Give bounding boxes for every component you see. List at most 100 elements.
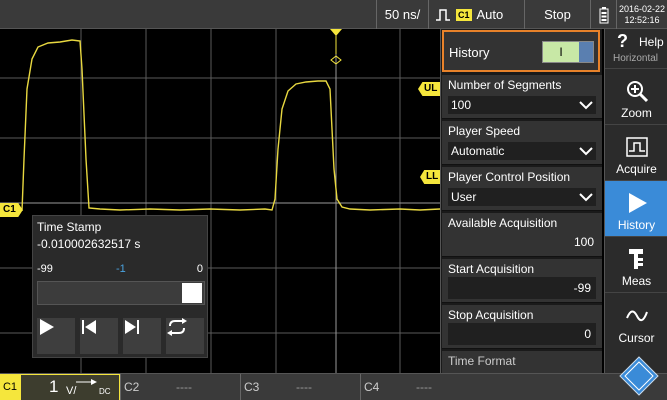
start-acquisition-setting[interactable]: Start Acquisition -99	[442, 259, 602, 303]
channel2-value: ----	[176, 380, 192, 394]
number-of-segments-dropdown[interactable]: 100	[448, 96, 596, 114]
channel1-waveform	[21, 39, 440, 212]
help-context-label: Horizontal	[613, 53, 659, 64]
player-speed-value: Automatic	[451, 144, 505, 158]
channel1-scale-box[interactable]: 1 V/ DC	[20, 374, 120, 400]
channel2-settings[interactable]: C2 ----	[120, 374, 240, 400]
time-text: 12:52:16	[624, 14, 660, 25]
number-of-segments-setting[interactable]: Number of Segments 100	[442, 75, 602, 119]
rohde-schwarz-logo[interactable]	[619, 356, 659, 396]
lower-limit-marker[interactable]: LL	[420, 170, 442, 184]
channel3-value: ----	[296, 380, 312, 394]
history-player-panel: Time Stamp -0.010002632517 s -99 -1 0	[32, 215, 208, 358]
player-control-position-label: Player Control Position	[448, 170, 571, 184]
upper-limit-marker[interactable]: UL	[418, 82, 441, 96]
skip-back-icon	[82, 320, 96, 334]
trigger-mode: Auto	[476, 7, 504, 22]
loop-button[interactable]	[166, 318, 204, 354]
chevron-down-icon	[579, 193, 593, 202]
first-segment-button[interactable]	[80, 318, 118, 354]
player-speed-dropdown[interactable]: Automatic	[448, 142, 596, 160]
cursor-button[interactable]: Cursor	[605, 293, 667, 349]
available-acquisition-setting: Available Acquisition 100	[442, 213, 602, 257]
stop-acquisition-setting[interactable]: Stop Acquisition 0	[442, 305, 602, 349]
time-format-setting[interactable]: Time Format	[442, 351, 602, 373]
channel3-tag: C3	[244, 380, 260, 394]
chevron-down-icon	[579, 147, 593, 156]
meas-label: Meas	[621, 274, 652, 288]
available-acquisition-label: Available Acquisition	[448, 216, 558, 230]
channel1-scale-value: 1	[49, 377, 59, 396]
trigger-edge-icon	[436, 8, 450, 21]
probe-icon	[76, 379, 97, 385]
history-menu-button[interactable]: History	[605, 181, 667, 237]
player-control-position-value: User	[451, 190, 477, 204]
channel2-tag: C2	[124, 380, 140, 394]
time-format-label: Time Format	[448, 354, 516, 368]
play-button[interactable]	[37, 318, 75, 354]
top-status-bar: 50 ns/ C1 Auto Stop 2016-02-22 12:52:16	[0, 0, 667, 29]
timebase-display[interactable]: 50 ns/	[376, 0, 428, 29]
play-icon	[40, 319, 54, 335]
acquire-icon	[625, 137, 648, 157]
history-label: History	[449, 45, 490, 60]
player-control-position-dropdown[interactable]: User	[448, 188, 596, 206]
channel1-settings[interactable]: C1 1 V/ DC	[0, 374, 120, 400]
player-speed-label: Player Speed	[448, 124, 521, 138]
zoom-button[interactable]: Zoom	[605, 69, 667, 125]
segment-min-label: -99	[37, 263, 53, 275]
zoom-label: Zoom	[621, 106, 652, 120]
meas-button[interactable]: Meas	[605, 237, 667, 293]
trigger-settings[interactable]: C1 Auto	[428, 0, 524, 29]
player-speed-setting[interactable]: Player Speed Automatic	[442, 121, 602, 165]
meas-icon	[628, 249, 643, 269]
acquire-button[interactable]: Acquire	[605, 125, 667, 181]
repeat-icon	[167, 318, 187, 336]
right-menu-bar: ? Help Horizontal Zoom Acquire History M…	[604, 29, 667, 373]
history-settings-panel: History I Number of Segments 100 Player …	[440, 29, 602, 373]
timestamp-title: Time Stamp	[37, 220, 102, 234]
acquire-label: Acquire	[616, 162, 657, 176]
help-icon: ?	[617, 31, 628, 51]
help-label: Help	[639, 35, 664, 49]
trigger-channel-badge: C1	[456, 8, 472, 21]
waveform-display[interactable]: C1 UL LL Time Stamp -0.010002632517 s -9…	[0, 29, 442, 373]
segment-slider[interactable]	[37, 281, 205, 305]
start-acquisition-label: Start Acquisition	[448, 262, 535, 276]
channel4-settings[interactable]: C4 ----	[360, 374, 480, 400]
channel4-tag: C4	[364, 380, 380, 394]
player-control-position-setting[interactable]: Player Control Position User	[442, 167, 602, 211]
number-of-segments-value: 100	[451, 98, 472, 112]
run-stop-button[interactable]: Stop	[524, 0, 590, 29]
segment-max-label: 0	[196, 263, 203, 275]
chevron-down-icon	[579, 101, 593, 110]
channel1-offset-marker[interactable]: C1	[0, 203, 23, 217]
date-text: 2016-02-22	[618, 3, 666, 14]
segment-slider-thumb[interactable]	[182, 283, 202, 303]
history-toggle-on: I	[543, 42, 579, 62]
segment-scale: -99 -1 0	[37, 263, 205, 277]
channel4-value: ----	[416, 380, 432, 394]
zoom-icon	[626, 81, 648, 103]
last-segment-button[interactable]	[123, 318, 161, 354]
history-toggle[interactable]: I	[542, 41, 594, 63]
segment-current-label: -1	[116, 263, 126, 275]
stop-acquisition-input[interactable]: 0	[448, 323, 596, 345]
start-acquisition-input[interactable]: -99	[448, 277, 596, 299]
skip-forward-icon	[125, 320, 139, 334]
channel1-tag: C1	[0, 374, 20, 400]
number-of-segments-label: Number of Segments	[448, 78, 562, 92]
battery-icon	[590, 0, 616, 29]
timestamp-value: -0.010002632517 s	[37, 237, 141, 251]
cursor-label: Cursor	[618, 331, 655, 345]
trigger-position-marker	[330, 29, 342, 36]
history-setting[interactable]: History I	[442, 30, 600, 72]
help-button[interactable]: ? Help Horizontal	[605, 29, 667, 69]
channel1-scale-unit: V/	[66, 385, 77, 397]
available-acquisition-value: 100	[573, 235, 594, 249]
history-menu-label: History	[617, 218, 656, 232]
channel3-settings[interactable]: C3 ----	[240, 374, 360, 400]
play-icon	[628, 193, 647, 213]
channel1-coupling: DC	[99, 387, 111, 396]
channel-bar: C1 1 V/ DC C2 ---- C3 ---- C4 ----	[0, 373, 667, 400]
